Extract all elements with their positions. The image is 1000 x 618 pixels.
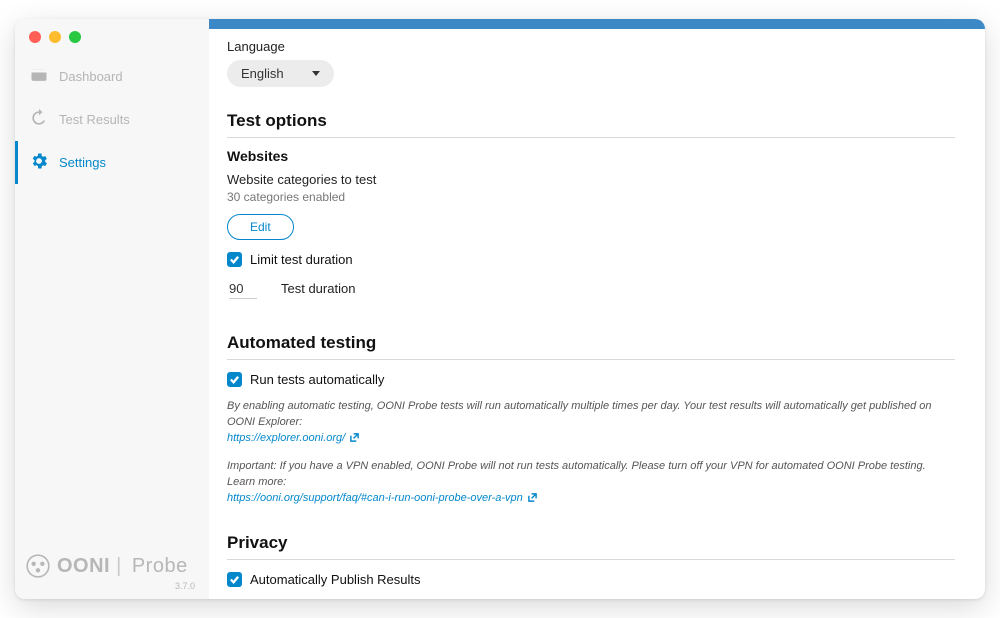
sidebar: Dashboard Test Results Settings OONI | P… (15, 19, 209, 599)
brand-name-bold: OONI (57, 555, 110, 578)
window-controls (15, 19, 209, 55)
app-version-sidebar: 3.7.0 (25, 579, 199, 591)
sidebar-item-label: Dashboard (59, 69, 123, 84)
divider (227, 559, 955, 560)
top-accent-bar (209, 19, 985, 29)
dashboard-icon (29, 65, 49, 88)
automated-help-2: Important: If you have a VPN enabled, OO… (227, 459, 955, 507)
auto-publish-label: Automatically Publish Results (250, 572, 421, 587)
divider (227, 137, 955, 138)
checkbox-checked-icon (227, 572, 242, 587)
run-automatically-checkbox[interactable]: Run tests automatically (227, 372, 955, 387)
section-automated-heading: Automated testing (227, 333, 955, 353)
gear-icon (29, 151, 49, 174)
auto-publish-checkbox[interactable]: Automatically Publish Results (227, 572, 955, 587)
sidebar-item-dashboard[interactable]: Dashboard (15, 55, 209, 98)
automated-help-1: By enabling automatic testing, OONI Prob… (227, 399, 955, 447)
edit-categories-button[interactable]: Edit (227, 214, 294, 240)
minimize-window-button[interactable] (49, 31, 61, 43)
brand-name-light: Probe (132, 555, 188, 578)
app-window: Dashboard Test Results Settings OONI | P… (15, 19, 985, 599)
sidebar-footer: OONI | Probe 3.7.0 (15, 539, 209, 599)
limit-duration-label: Limit test duration (250, 252, 353, 267)
checkbox-checked-icon (227, 252, 242, 267)
sidebar-item-label: Settings (59, 155, 106, 170)
chevron-down-icon (312, 71, 320, 76)
section-privacy-heading: Privacy (227, 533, 955, 553)
sidebar-item-test-results[interactable]: Test Results (15, 98, 209, 141)
limit-duration-checkbox[interactable]: Limit test duration (227, 252, 955, 267)
sidebar-item-settings[interactable]: Settings (15, 141, 209, 184)
language-select-value: English (241, 66, 284, 81)
test-duration-label: Test duration (281, 281, 355, 296)
language-select[interactable]: English (227, 60, 334, 87)
brand-logo: OONI | Probe (25, 553, 199, 579)
external-link-icon (528, 493, 537, 502)
sidebar-item-label: Test Results (59, 112, 130, 127)
categories-enabled-count: 30 categories enabled (227, 190, 955, 204)
divider (227, 359, 955, 360)
websites-subheading: Websites (227, 148, 955, 164)
faq-vpn-link[interactable]: https://ooni.org/support/faq/#can-i-run-… (227, 492, 523, 504)
run-automatically-label: Run tests automatically (250, 372, 384, 387)
section-test-options-heading: Test options (227, 111, 955, 131)
ooni-logo-icon (25, 553, 51, 579)
content-area: Language English Test options Websites W… (209, 19, 985, 599)
history-icon (29, 108, 49, 131)
test-duration-input[interactable] (229, 281, 257, 299)
categories-label: Website categories to test (227, 172, 955, 187)
explorer-link[interactable]: https://explorer.ooni.org/ (227, 432, 345, 444)
external-link-icon (350, 433, 359, 442)
close-window-button[interactable] (29, 31, 41, 43)
language-label: Language (227, 39, 955, 54)
maximize-window-button[interactable] (69, 31, 81, 43)
checkbox-checked-icon (227, 372, 242, 387)
